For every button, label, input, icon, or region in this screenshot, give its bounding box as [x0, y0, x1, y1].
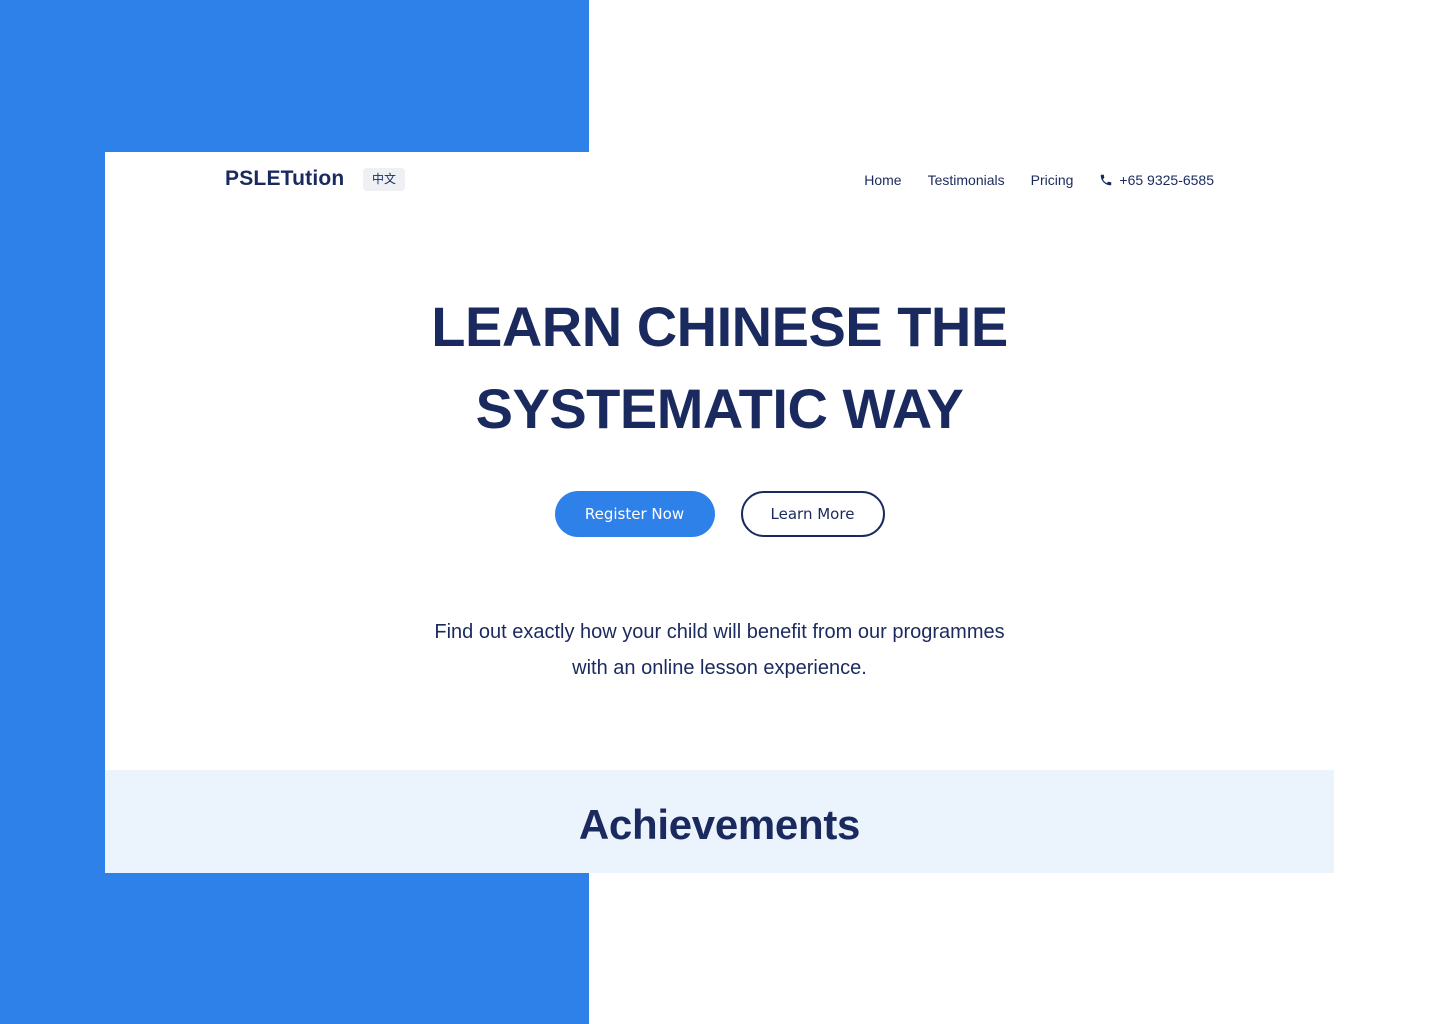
- achievements-heading: Achievements: [578, 801, 861, 848]
- register-now-button[interactable]: Register Now: [554, 491, 715, 537]
- learn-more-button[interactable]: Learn More: [740, 491, 885, 537]
- page: PSLETution 中文 Home Testimonials Pricing …: [0, 0, 1440, 1024]
- hero-title: LEARN CHINESE THE SYSTEMATIC WAY: [105, 286, 1334, 450]
- phone-number: +65 9325-6585: [1119, 172, 1214, 188]
- phone-link[interactable]: +65 9325-6585: [1099, 171, 1214, 189]
- nav-link-testimonials[interactable]: Testimonials: [928, 171, 1005, 189]
- phone-icon: [1099, 173, 1113, 187]
- achievements-section: Achievements: [105, 770, 1334, 873]
- nav-links: Home Testimonials Pricing +65 9325-6585: [864, 171, 1214, 189]
- hero-title-line-2: SYSTEMATIC WAY: [475, 377, 964, 440]
- website-preview-card: PSLETution 中文 Home Testimonials Pricing …: [105, 152, 1334, 873]
- hero-title-line-1: LEARN CHINESE THE: [431, 295, 1008, 358]
- nav-link-pricing[interactable]: Pricing: [1031, 171, 1074, 189]
- hero-subtext-line-2: with an online lesson experience.: [572, 657, 867, 679]
- hero-cta-row: Register Now Learn More: [105, 491, 1334, 537]
- hero-subtext: Find out exactly how your child will ben…: [105, 614, 1334, 686]
- nav-link-home[interactable]: Home: [864, 171, 901, 189]
- site-logo[interactable]: PSLETution: [225, 167, 344, 191]
- language-toggle[interactable]: 中文: [363, 168, 406, 191]
- top-navbar: PSLETution 中文 Home Testimonials Pricing …: [105, 152, 1334, 208]
- hero-subtext-line-1: Find out exactly how your child will ben…: [434, 621, 1005, 643]
